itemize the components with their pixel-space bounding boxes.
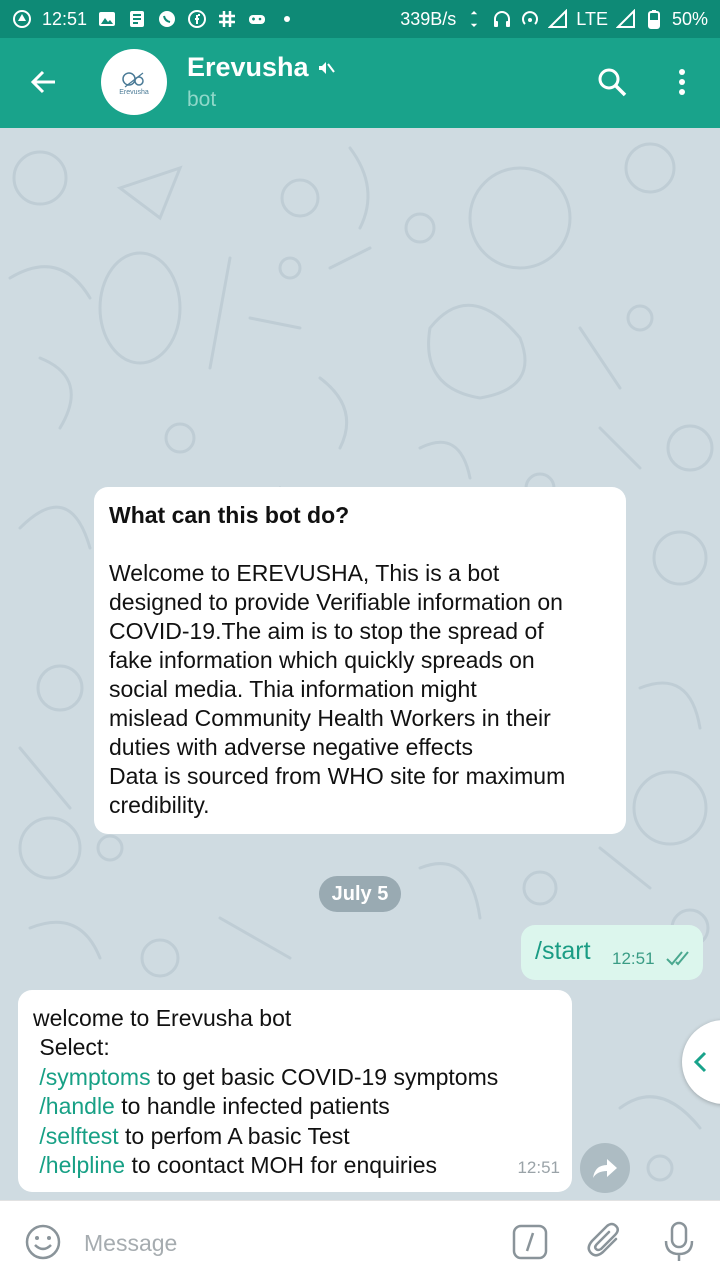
command-row: /handle to handle infected patients <box>33 1092 557 1121</box>
data-arrows-icon <box>464 9 484 29</box>
incoming-line-welcome: welcome to Erevusha bot <box>33 1005 292 1031</box>
bot-commands-icon[interactable] <box>512 1224 548 1260</box>
chat-subtitle: bot <box>187 88 217 111</box>
incoming-message-time: 12:51 <box>517 1157 560 1177</box>
command-row: /helpline to coontact MOH for enquiries <box>33 1151 557 1180</box>
facebook-icon <box>187 9 207 29</box>
command-link-handle[interactable]: /handle <box>39 1093 114 1119</box>
chat-name: Erevusha <box>187 52 309 82</box>
command-desc: to coontact MOH for enquiries <box>125 1152 437 1179</box>
chat-area[interactable]: What can this bot do? Welcome to EREVUSH… <box>0 128 720 1200</box>
battery-level: 50% <box>671 8 708 29</box>
attach-icon[interactable] <box>586 1221 624 1261</box>
command-desc: to get basic COVID-19 symptoms <box>150 1063 499 1090</box>
back-button[interactable] <box>22 60 66 104</box>
message-composer <box>0 1200 720 1281</box>
arrow-left-icon <box>30 70 55 94</box>
status-bar: 12:51 339B/s LTE 50% <box>0 0 720 38</box>
headphones-icon <box>492 9 512 29</box>
command-desc: to perfom A basic Test <box>118 1122 350 1149</box>
message-input[interactable] <box>82 1219 486 1267</box>
incoming-line-select: Select: <box>33 1034 110 1061</box>
incoming-message[interactable]: welcome to Erevusha bot Select: /symptom… <box>18 990 572 1192</box>
bot-logo-icon <box>122 71 144 87</box>
command-row: /symptoms to get basic COVID-19 symptoms <box>33 1063 557 1092</box>
forward-icon <box>593 1159 617 1178</box>
more-vertical-icon <box>679 69 685 95</box>
whatsapp-icon <box>157 9 177 29</box>
bot-info-bubble: What can this bot do? Welcome to EREVUSH… <box>94 487 626 834</box>
command-row: /selftest to perfom A basic Test <box>33 1122 557 1151</box>
search-button[interactable] <box>590 60 634 104</box>
dot-icon <box>277 9 297 29</box>
network-type: LTE <box>576 8 608 29</box>
command-link-symptoms[interactable]: /symptoms <box>39 1064 150 1090</box>
more-menu-button[interactable] <box>662 60 702 104</box>
double-check-icon <box>666 951 689 966</box>
game-icon <box>247 9 267 29</box>
signal-icon-2 <box>615 9 636 29</box>
chat-title[interactable]: Erevusha <box>187 52 335 83</box>
gallery-icon <box>97 9 117 29</box>
command-link-selftest[interactable]: /selftest <box>39 1123 118 1149</box>
emoji-icon[interactable] <box>24 1223 62 1261</box>
battery-icon <box>644 9 664 29</box>
net-speed: 339B/s <box>400 8 457 29</box>
avatar[interactable]: Erevusha <box>101 49 167 115</box>
date-separator: July 5 <box>319 876 401 912</box>
microphone-icon[interactable] <box>662 1221 696 1263</box>
app-notification-icon <box>12 9 32 29</box>
search-icon <box>598 68 627 97</box>
bot-info-body: Welcome to EREVUSHA, This is a bot desig… <box>109 560 566 818</box>
chat-header: Erevusha Erevusha bot <box>0 38 720 128</box>
chevron-left-icon <box>693 1051 707 1073</box>
avatar-label: Erevusha <box>119 88 149 96</box>
slack-icon <box>217 9 237 29</box>
status-time: 12:51 <box>42 8 88 29</box>
signal-icon <box>548 9 568 29</box>
command-link-helpline[interactable]: /helpline <box>39 1152 125 1178</box>
outgoing-message-text: /start <box>535 937 591 965</box>
hotspot-icon <box>520 9 540 29</box>
outgoing-message-time: 12:51 <box>612 949 655 968</box>
command-desc: to handle infected patients <box>114 1093 390 1120</box>
news-icon <box>127 9 147 29</box>
forward-button[interactable] <box>580 1143 630 1193</box>
bot-info-title: What can this bot do? <box>109 502 350 528</box>
muted-icon <box>318 61 335 74</box>
outgoing-message[interactable]: /start 12:51 <box>521 925 703 980</box>
